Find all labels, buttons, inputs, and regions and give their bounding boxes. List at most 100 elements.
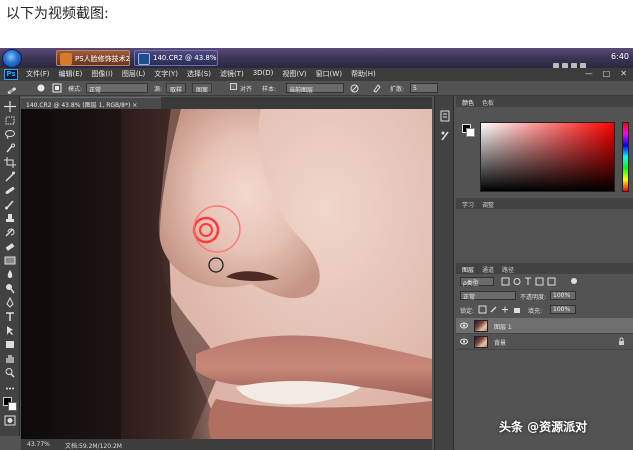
menu-view[interactable]: 视图(V) xyxy=(282,69,306,79)
background-swatch[interactable] xyxy=(466,128,475,137)
pen-tool-icon[interactable] xyxy=(4,297,16,308)
photoshop-icon xyxy=(138,53,150,65)
layer-item-background[interactable]: 背景 xyxy=(456,334,633,350)
aligned-checkbox[interactable] xyxy=(230,83,237,90)
photoshop-screenshot: PS人脸修饰技术2 140.CR2 @ 43.8% 6:40 Ps 文件(F) … xyxy=(0,48,633,450)
tab-learn[interactable]: 学习 xyxy=(462,200,474,209)
taskbar-item-2[interactable]: 140.CR2 @ 43.8% xyxy=(134,50,218,66)
layers-panel-tabs: 图层 通道 路径 xyxy=(456,263,633,274)
history-brush-tool-icon[interactable] xyxy=(4,227,16,238)
layer-item-1[interactable]: 图层 1 xyxy=(456,318,633,334)
brush-settings-icon[interactable] xyxy=(52,83,62,93)
tab-color[interactable]: 颜色 xyxy=(462,98,474,107)
fill-input[interactable]: 100% xyxy=(550,305,576,314)
brush-preset-icon[interactable] xyxy=(36,83,46,93)
menu-type[interactable]: 文字(Y) xyxy=(154,69,178,79)
marquee-tool-icon[interactable] xyxy=(4,115,16,126)
page: 以下为视频截图: PS人脸修饰技术2 140.CR2 @ 43.8% 6:40 … xyxy=(0,0,633,450)
sample-label: 样本: xyxy=(262,86,277,93)
tab-channels[interactable]: 通道 xyxy=(482,265,494,274)
clock[interactable]: 6:40 xyxy=(611,52,629,61)
more-tools-icon[interactable] xyxy=(4,383,16,394)
blur-tool-icon[interactable] xyxy=(4,269,16,280)
eyedropper-tool-icon[interactable] xyxy=(4,171,16,182)
menu-file[interactable]: 文件(F) xyxy=(26,69,50,79)
lasso-tool-icon[interactable] xyxy=(4,129,16,140)
document-tab[interactable]: 140.CR2 @ 43.8% (图层 1, RGB/8*) × xyxy=(21,97,161,109)
eye-icon[interactable] xyxy=(460,338,468,345)
taskbar-item-label: 140.CR2 @ 43.8% xyxy=(153,54,217,62)
lock-icons[interactable] xyxy=(478,305,522,314)
canvas[interactable] xyxy=(21,109,432,439)
layer-thumbnail xyxy=(474,336,488,348)
layer-filter-icons[interactable] xyxy=(500,277,560,286)
tab-paths[interactable]: 路径 xyxy=(502,265,514,274)
clone-stamp-tool-icon[interactable] xyxy=(4,213,16,224)
sampled-button[interactable]: 取样 xyxy=(166,83,187,94)
filter-toggle-icon[interactable] xyxy=(570,277,578,285)
diffusion-input[interactable]: 5 xyxy=(410,83,438,93)
layer-filter-select[interactable]: ρ类型 xyxy=(460,277,494,287)
tray-icons[interactable] xyxy=(553,54,593,69)
properties-panel-icon[interactable] xyxy=(440,130,450,142)
zoom-tool-icon[interactable] xyxy=(4,367,16,378)
menu-items: 文件(F) 编辑(E) 图像(I) 图层(L) 文字(Y) 选择(S) 滤镜(T… xyxy=(26,69,376,79)
blend-opacity-row: 正常 不透明度: 100% xyxy=(456,290,633,301)
menu-edit[interactable]: 编辑(E) xyxy=(59,69,83,79)
mode-select[interactable]: 正常 xyxy=(86,83,148,94)
adjust-panel-tabs: 学习 调整 xyxy=(456,198,633,209)
eye-icon[interactable] xyxy=(460,322,468,329)
tab-layers[interactable]: 图层 xyxy=(462,265,474,274)
maximize-button[interactable]: □ xyxy=(603,69,611,78)
menu-3d[interactable]: 3D(D) xyxy=(253,69,274,79)
healing-brush-icon[interactable] xyxy=(6,83,18,94)
close-button[interactable]: ✕ xyxy=(620,69,627,78)
move-tool-icon[interactable] xyxy=(4,101,16,112)
taskbar-item-label: PS人脸修饰技术2 xyxy=(75,55,130,63)
opacity-input[interactable]: 100% xyxy=(550,291,576,300)
dodge-tool-icon[interactable] xyxy=(4,283,16,294)
document-tab-bar xyxy=(161,97,432,109)
shape-tool-icon[interactable] xyxy=(4,339,16,350)
pattern-button[interactable]: 图案 xyxy=(192,83,213,94)
eraser-tool-icon[interactable] xyxy=(4,241,16,252)
gradient-tool-icon[interactable] xyxy=(4,255,16,266)
menu-image[interactable]: 图像(I) xyxy=(91,69,113,79)
menu-window[interactable]: 窗口(W) xyxy=(316,69,342,79)
type-tool-icon[interactable] xyxy=(4,311,16,322)
caption-text: 以下为视频截图: xyxy=(6,6,109,22)
ignore-adjustment-icon[interactable] xyxy=(350,84,359,93)
diffusion-label: 扩散: xyxy=(390,86,405,93)
hue-slider[interactable] xyxy=(622,122,629,192)
menu-select[interactable]: 选择(S) xyxy=(187,69,211,79)
menu-filter[interactable]: 滤镜(T) xyxy=(220,69,244,79)
tab-swatches[interactable]: 色板 xyxy=(482,98,494,107)
path-select-tool-icon[interactable] xyxy=(4,325,16,336)
tab-adjustments[interactable]: 调整 xyxy=(482,200,494,209)
blend-mode-select[interactable]: 正常 xyxy=(460,291,516,301)
aligned-label: 对齐 xyxy=(240,86,253,93)
window-controls: — □ ✕ xyxy=(585,69,627,78)
menu-layer[interactable]: 图层(L) xyxy=(122,69,145,79)
crop-tool-icon[interactable] xyxy=(4,157,16,168)
minimize-button[interactable]: — xyxy=(585,69,593,78)
history-panel-icon[interactable] xyxy=(440,110,450,122)
taskbar-item-1[interactable]: PS人脸修饰技术2 xyxy=(56,50,130,66)
color-panel-tabs: 颜色 色板 xyxy=(456,96,633,107)
photoshop-logo: Ps xyxy=(4,69,18,80)
source-label: 源: xyxy=(154,86,163,93)
start-button[interactable] xyxy=(2,49,22,68)
collapsed-panel-strip xyxy=(434,96,454,450)
hand-tool-icon[interactable] xyxy=(4,353,16,364)
menu-help[interactable]: 帮助(H) xyxy=(351,69,376,79)
options-bar: 模式: 正常 源: 取样 图案 对齐 样本: 当前图层 扩散: 5 xyxy=(0,81,633,96)
healing-tool-icon[interactable] xyxy=(4,185,16,196)
pressure-icon[interactable] xyxy=(372,83,382,93)
foreground-background-colors[interactable] xyxy=(3,397,17,411)
color-picker-field[interactable] xyxy=(480,122,615,192)
quick-select-tool-icon[interactable] xyxy=(4,143,16,154)
sample-select[interactable]: 当前图层 xyxy=(286,83,344,94)
brush-tool-icon[interactable] xyxy=(4,199,16,210)
zoom-level[interactable]: 43.77% xyxy=(27,441,50,448)
quick-mask-icon[interactable] xyxy=(4,415,16,426)
